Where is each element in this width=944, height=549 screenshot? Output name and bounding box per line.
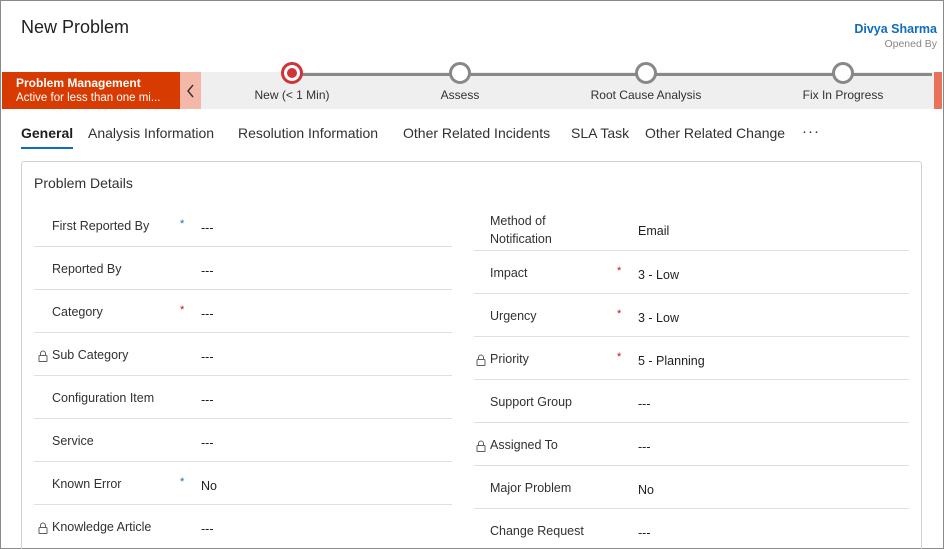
required-indicator-icon: * [180, 304, 185, 316]
field-label: Priority [490, 352, 529, 366]
required-indicator-icon: * [180, 218, 185, 230]
field-row-category: Category * --- [34, 290, 452, 333]
field-label: Configuration Item [52, 391, 155, 405]
field-value-service[interactable]: --- [201, 434, 214, 452]
field-row-support-group: Support Group --- [474, 380, 909, 423]
field-value-assigned-to[interactable]: --- [638, 438, 651, 456]
field-value-reported-by[interactable]: --- [201, 262, 214, 280]
field-row-reported-by: Reported By --- [34, 247, 452, 290]
field-row-urgency: Urgency * 3 - Low [474, 294, 909, 337]
field-label: Category [52, 305, 103, 319]
required-indicator-icon: * [617, 265, 622, 277]
field-label: Change Request [490, 524, 584, 538]
stage-root-cause-analysis[interactable]: Root Cause Analysis [576, 62, 716, 102]
tab-resolution-information[interactable]: Resolution Information [238, 125, 378, 147]
stage-fix-in-progress[interactable]: Fix In Progress [773, 62, 913, 102]
lock-icon [476, 354, 486, 366]
field-row-sub-category: Sub Category --- [34, 333, 452, 376]
field-row-impact: Impact * 3 - Low [474, 251, 909, 294]
owner-block: Divya Sharma Opened By [854, 22, 937, 50]
more-tabs-button[interactable]: ··· [802, 123, 820, 140]
field-row-change-request: Change Request --- [474, 509, 909, 549]
tab-other-related-change[interactable]: Other Related Change [645, 125, 785, 147]
field-row-priority: Priority * 5 - Planning [474, 337, 909, 380]
next-stage-button[interactable] [934, 72, 942, 109]
stage-label: Fix In Progress [802, 88, 884, 102]
stage-assess[interactable]: Assess [390, 62, 530, 102]
stage-circle-icon [449, 62, 471, 84]
chevron-left-icon [186, 84, 194, 97]
required-indicator-icon: * [180, 476, 185, 488]
field-value-urgency[interactable]: 3 - Low [638, 309, 679, 327]
tab-sla-task[interactable]: SLA Task [571, 125, 629, 147]
field-row-assigned-to: Assigned To --- [474, 423, 909, 466]
active-stage-status: Active for less than one mi... [16, 92, 161, 104]
collapse-button[interactable] [180, 72, 201, 109]
field-value-first-reported-by[interactable]: --- [201, 219, 214, 237]
field-value-configuration-item[interactable]: --- [201, 391, 214, 409]
field-row-method-of-notification: Method of Notification Email [474, 208, 909, 251]
stage-circle-icon [832, 62, 854, 84]
active-stage-flyout[interactable]: Problem Management Active for less than … [2, 72, 180, 109]
field-value-knowledge-article[interactable]: --- [201, 520, 214, 538]
lock-icon [38, 350, 48, 362]
field-label: Urgency [490, 309, 537, 323]
field-value-change-request[interactable]: --- [638, 524, 651, 542]
tab-general[interactable]: General [21, 125, 74, 149]
stage-new[interactable]: New (< 1 Min) [222, 62, 362, 102]
owner-name-link[interactable]: Divya Sharma [854, 22, 937, 36]
problem-details-section: Problem Details First Reported By * --- Rep… [21, 161, 922, 549]
field-label: Sub Category [52, 348, 129, 362]
field-row-service: Service --- [34, 419, 452, 462]
field-label: Knowledge Article [52, 520, 152, 534]
business-process-flow: Problem Management Active for less than … [2, 62, 942, 109]
field-value-sub-category[interactable]: --- [201, 348, 214, 366]
field-value-category[interactable]: --- [201, 305, 214, 323]
stage-label: New (< 1 Min) [254, 88, 330, 102]
owner-role-label: Opened By [884, 38, 937, 50]
field-value-known-error[interactable]: No [201, 477, 217, 495]
stage-label: Root Cause Analysis [590, 88, 702, 102]
field-row-major-problem: Major Problem No [474, 466, 909, 509]
section-title: Problem Details [34, 175, 133, 191]
field-value-priority[interactable]: 5 - Planning [638, 352, 705, 370]
field-label: Known Error [52, 477, 122, 491]
required-indicator-icon: * [617, 351, 622, 363]
page-title: New Problem [21, 17, 130, 37]
tab-analysis-information[interactable]: Analysis Information [88, 125, 214, 147]
required-indicator-icon: * [617, 308, 622, 320]
field-label: Support Group [490, 395, 572, 409]
lock-icon [38, 522, 48, 534]
field-row-knowledge-article: Knowledge Article --- [34, 505, 452, 548]
field-row-first-reported-by: First Reported By * --- [34, 204, 452, 247]
field-value-impact[interactable]: 3 - Low [638, 266, 679, 284]
tab-other-related-incidents[interactable]: Other Related Incidents [403, 125, 550, 147]
lock-icon [476, 440, 486, 452]
field-row-known-error: Known Error * No [34, 462, 452, 505]
field-label: Assigned To [490, 438, 558, 452]
field-value-major-problem[interactable]: No [638, 481, 654, 499]
field-label: First Reported By [52, 219, 150, 233]
field-label: Method of Notification [490, 214, 552, 246]
field-label: Impact [490, 266, 528, 280]
field-label: Major Problem [490, 481, 572, 495]
field-row-configuration-item: Configuration Item --- [34, 376, 452, 419]
field-label: Reported By [52, 262, 122, 276]
field-value-support-group[interactable]: --- [638, 395, 651, 413]
stage-circle-icon [635, 62, 657, 84]
stage-label: Assess [440, 88, 480, 102]
field-label: Service [52, 434, 94, 448]
stage-current-icon [281, 62, 303, 84]
active-stage-name: Problem Management [16, 76, 141, 90]
field-value-method-of-notification[interactable]: Email [638, 222, 669, 240]
